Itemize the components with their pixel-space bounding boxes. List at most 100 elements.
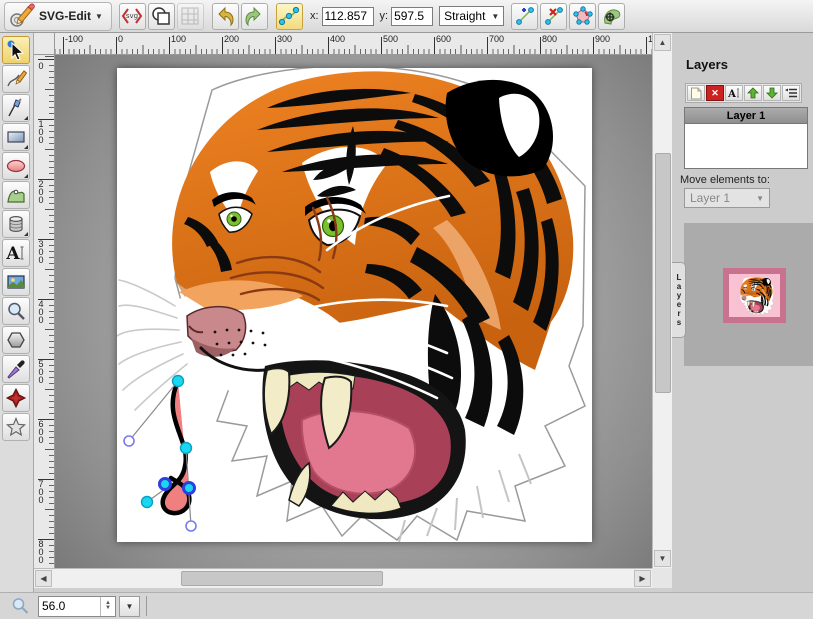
line-tool[interactable] <box>2 94 30 122</box>
move-elements-select[interactable]: Layer 1 ▼ <box>684 188 770 208</box>
layer-list: Layer 1 <box>684 107 808 169</box>
pencil-tool[interactable] <box>2 65 30 93</box>
ruler-label: 800 <box>540 34 557 44</box>
edit-path-overlay[interactable] <box>124 376 196 532</box>
scroll-left-arrow[interactable]: ◀ <box>35 570 52 587</box>
magnifier-icon <box>5 300 27 322</box>
horizontal-scroll-thumb[interactable] <box>181 571 383 586</box>
zoom-level-input[interactable] <box>39 599 100 613</box>
workspace[interactable] <box>55 55 652 568</box>
delete-node-button[interactable] <box>540 3 567 30</box>
new-layer-button[interactable] <box>687 85 705 101</box>
eyedropper-tool[interactable] <box>2 355 30 383</box>
redo-button[interactable] <box>241 3 268 30</box>
ruler-label: 300 <box>275 34 292 44</box>
segment-type-select[interactable]: Straight ▼ <box>439 6 504 26</box>
status-bar: ▲▼ ▼ <box>0 592 813 619</box>
delete-node-icon <box>543 5 565 27</box>
svg-canvas[interactable] <box>117 68 592 542</box>
layer-buttons-row: ✕ A <box>685 83 802 103</box>
rename-layer-button[interactable]: A <box>725 85 743 101</box>
svg-edit-app: SVG-Edit ▼ svg <box>0 0 813 619</box>
zoom-preset-dropdown[interactable]: ▼ <box>119 596 140 617</box>
path-node-selected[interactable] <box>184 483 195 494</box>
main-toolbar: SVG-Edit ▼ svg <box>0 0 813 33</box>
main-menu-button[interactable]: SVG-Edit ▼ <box>4 2 112 31</box>
ruler-label: 0 <box>36 61 46 69</box>
ruler-label: 0 <box>116 34 123 44</box>
add-node-icon <box>514 5 536 27</box>
ruler-label: 100 <box>36 119 46 143</box>
layers-panel-toggle-handle[interactable]: Layers <box>672 262 686 338</box>
source-code-button[interactable]: svg <box>119 3 146 30</box>
vertical-scroll-thumb[interactable] <box>655 153 671 393</box>
layer-row-selected[interactable]: Layer 1 <box>685 108 807 124</box>
vertical-scrollbar[interactable]: ▲ ▼ <box>652 33 672 568</box>
select-shapes-button[interactable] <box>148 3 175 30</box>
new-page-icon <box>690 87 702 100</box>
scroll-right-arrow[interactable]: ▶ <box>634 570 651 587</box>
grid-button[interactable] <box>177 3 204 30</box>
ruler-label: 500 <box>36 359 46 383</box>
ruler-label: 300 <box>36 239 46 263</box>
chevron-down-icon: ▼ <box>95 12 103 21</box>
redo-arrow-icon <box>243 5 265 27</box>
scroll-up-arrow[interactable]: ▲ <box>654 34 671 51</box>
open-close-path-button[interactable] <box>569 3 596 30</box>
select-tool[interactable] <box>2 36 30 64</box>
align-position-button[interactable] <box>598 3 625 30</box>
x-coordinate-input[interactable] <box>322 7 374 26</box>
statusbar-separator <box>146 596 147 616</box>
red-x-icon: ✕ <box>711 88 719 99</box>
green-down-arrow-icon <box>766 87 778 99</box>
control-point[interactable] <box>124 436 134 446</box>
pencil-icon <box>5 68 27 90</box>
ruler-corner <box>34 33 55 55</box>
flyout-indicator <box>24 145 28 149</box>
shape-library-tool[interactable] <box>2 210 30 238</box>
path-node-selected[interactable] <box>160 479 171 490</box>
overlapping-shapes-icon <box>150 5 172 27</box>
scroll-down-arrow[interactable]: ▼ <box>654 550 671 567</box>
path-node[interactable] <box>173 376 184 387</box>
close-path-icon <box>572 5 594 27</box>
y-coordinate-input[interactable] <box>391 7 433 26</box>
star-tool[interactable] <box>2 413 30 441</box>
y-coordinate-label: y: <box>380 10 389 22</box>
path-node[interactable] <box>181 443 192 454</box>
horizontal-scrollbar[interactable]: ◀ ▶ <box>34 568 652 588</box>
path-shape-icon <box>5 184 27 206</box>
flyout-indicator <box>24 174 28 178</box>
delete-layer-button[interactable]: ✕ <box>706 85 724 101</box>
chevron-down-icon: ▼ <box>126 602 134 611</box>
flyout-indicator <box>24 232 28 236</box>
connector-tool[interactable] <box>2 384 30 412</box>
ruler-label: 200 <box>36 179 46 203</box>
cursor-arrow-icon <box>5 39 27 61</box>
path-edit-mode-button[interactable] <box>276 3 303 30</box>
path-tool[interactable] <box>2 181 30 209</box>
layer-thumbnail-image <box>733 277 777 315</box>
move-layer-up-button[interactable] <box>744 85 762 101</box>
text-tool[interactable]: A <box>2 239 30 267</box>
ruler-label: 100 <box>169 34 186 44</box>
add-node-button[interactable] <box>511 3 538 30</box>
rect-tool[interactable] <box>2 123 30 151</box>
image-tool[interactable] <box>2 268 30 296</box>
move-layer-down-button[interactable] <box>763 85 781 101</box>
spinner-arrows[interactable]: ▲▼ <box>100 597 115 616</box>
undo-button[interactable] <box>212 3 239 30</box>
zoom-tool[interactable] <box>2 297 30 325</box>
ellipse-tool[interactable] <box>2 152 30 180</box>
ruler-label: 800 <box>36 539 46 563</box>
zoom-level-spinner[interactable]: ▲▼ <box>38 596 116 617</box>
ruler-label: 700 <box>36 479 46 503</box>
polygon-tool[interactable] <box>2 326 30 354</box>
control-point[interactable] <box>186 521 196 531</box>
ruler-label: 600 <box>36 419 46 443</box>
horizontal-ruler: -10001002003004005006007008009001000 <box>55 33 652 55</box>
pencil-logo-icon <box>9 3 35 29</box>
path-node[interactable] <box>142 497 153 508</box>
ruler-label: 900 <box>593 34 610 44</box>
layer-menu-button[interactable] <box>782 85 800 101</box>
